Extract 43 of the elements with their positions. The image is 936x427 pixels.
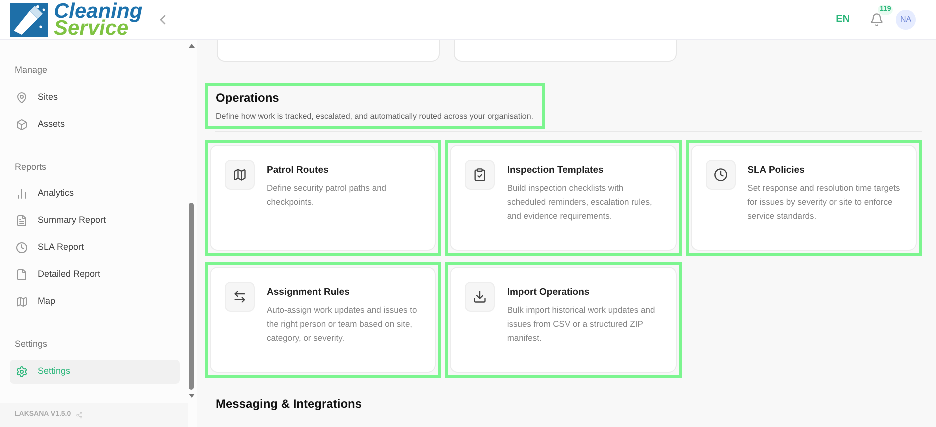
clock-icon <box>16 242 28 254</box>
download-icon <box>473 290 488 304</box>
settings-card[interactable]: Inspection Templates Build inspection checklists with scheduled reminders, escalation rules, and evidence requirements. <box>450 145 677 251</box>
map-icon <box>233 168 247 182</box>
card-description: Bulk import historical work updates and issues from CSV or a structured ZIP manifest. <box>507 304 656 346</box>
sidebar-item[interactable]: SLA Report <box>10 236 180 260</box>
card-description: Define security patrol paths and checkpoints. <box>267 182 388 210</box>
card-title: SLA Policies <box>748 164 806 178</box>
settings-icon <box>16 366 28 378</box>
sidebar-item[interactable]: Analytics <box>10 182 180 206</box>
file-icon <box>16 269 28 281</box>
card-description: Build inspection checklists with scheduled reminders, escalation rules, and evidence requirements. <box>507 182 654 224</box>
clock-icon <box>714 168 728 182</box>
sidebar-section-label: Reports <box>14 160 48 174</box>
sidebar-section-label: Manage <box>14 64 49 77</box>
bar-chart-icon <box>16 188 28 200</box>
card-description: Set response and resolution time targets for issues by severity or site to enforce service standards. <box>748 182 902 224</box>
cube-icon <box>16 118 28 130</box>
card-title: Assignment Rules <box>267 286 351 300</box>
share-icon[interactable] <box>76 412 84 418</box>
swap-arrows-icon <box>233 290 247 304</box>
card-title: Import Operations <box>507 286 591 300</box>
settings-card[interactable]: Import Operations Bulk import historical work updates and issues from CSV or a structured ZIP manifest. <box>450 267 677 373</box>
bell-icon[interactable] <box>870 12 884 26</box>
settings-card[interactable]: SLA Policies Set response and resolution time targets for issues by severity or site to enforce service standards. <box>690 145 917 251</box>
section-title: Operations <box>216 90 280 107</box>
sidebar-item[interactable]: Detailed Report <box>10 263 180 287</box>
card-description: Auto-assign work updates and issues to the right person or team based on site, category, or severity. <box>267 304 418 346</box>
card-title: Inspection Templates <box>507 164 605 178</box>
section-title: Messaging & Integrations <box>216 396 362 413</box>
map-pin-icon <box>16 92 28 104</box>
sidebar-item[interactable]: Sites <box>10 86 180 110</box>
section-description: Define how work is tracked, escalated, and automatically routed across your organisation. <box>216 111 534 123</box>
document-icon <box>16 215 28 227</box>
sidebar-item[interactable]: Summary Report <box>10 209 180 233</box>
settings-card[interactable]: Assignment Rules Auto-assign work updates and issues to the right person or team based on site, category, or severity. <box>210 267 436 373</box>
clipboard-check-icon <box>473 168 488 182</box>
map-icon <box>16 296 28 308</box>
sidebar-item[interactable]: Assets <box>10 112 180 136</box>
card-title: Patrol Routes <box>267 164 330 178</box>
sidebar-section-label: Settings <box>14 338 49 351</box>
settings-card[interactable]: Patrol Routes Define security patrol paths and checkpoints. <box>210 145 436 251</box>
sidebar-item[interactable]: Map <box>10 290 180 314</box>
